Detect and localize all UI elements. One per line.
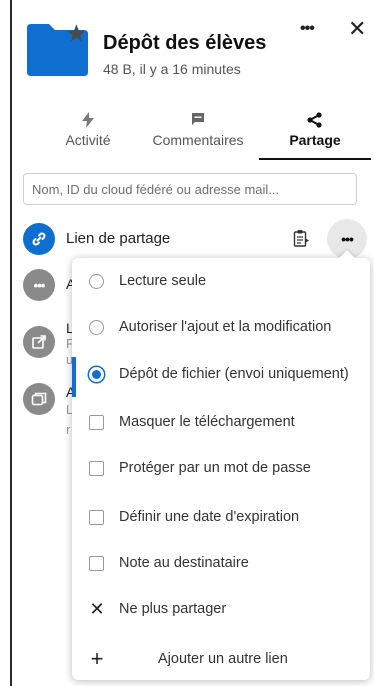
option-note-recipient[interactable]: Note au destinataire (72, 543, 370, 583)
share-link-label: Lien de partage (66, 230, 171, 247)
file-subtitle: 48 B, il y a 16 minutes (103, 61, 241, 77)
comment-icon (140, 112, 256, 130)
option-label: Dépôt de fichier (envoi uniquement) (119, 366, 349, 382)
tab-activity-label: Activité (65, 132, 111, 148)
tab-comments[interactable]: Commentaires (140, 112, 256, 158)
option-label: Note au destinataire (119, 555, 249, 571)
option-expiration-date[interactable]: Définir une date d'expiration (72, 497, 370, 537)
option-read-only[interactable]: Lecture seule (72, 261, 370, 301)
tab-comments-label: Commentaires (152, 132, 244, 148)
link-avatar (23, 223, 55, 255)
peek-text: r (66, 422, 71, 437)
checkbox-hide-download[interactable] (89, 414, 104, 430)
close-button[interactable]: ✕ (348, 18, 366, 40)
option-label: Masquer le téléchargement (119, 414, 295, 430)
radio-read-only[interactable] (89, 273, 104, 289)
external-link-icon (32, 335, 46, 349)
option-label: Autoriser l'ajout et la modification (119, 319, 332, 335)
plus-icon: + (90, 646, 104, 671)
share-icon (259, 112, 371, 130)
option-hide-download[interactable]: Masquer le téléchargement (72, 402, 370, 442)
external-share-avatar (23, 326, 55, 358)
option-label: Définir une date d'expiration (119, 509, 300, 525)
option-label: Protéger par un mot de passe (119, 460, 311, 476)
tab-activity[interactable]: Activité (40, 112, 136, 158)
header-more-button[interactable]: ••• (300, 20, 315, 38)
copy-icon (31, 392, 47, 406)
option-label: Ne plus partager (119, 601, 227, 617)
tab-share[interactable]: Partage (259, 112, 371, 158)
checkbox-expiration-date[interactable] (89, 509, 104, 525)
talk-share-avatar (23, 383, 55, 415)
option-label: Ajouter un autre lien (158, 651, 288, 667)
folder-icon (27, 24, 88, 76)
checkbox-note-recipient[interactable] (89, 555, 104, 571)
active-tab-indicator (259, 158, 371, 160)
checkbox-password[interactable] (89, 460, 104, 476)
unshare-button[interactable]: ✕ Ne plus partager (72, 589, 370, 629)
lightning-icon (40, 112, 136, 130)
option-allow-upload-edit[interactable]: Autoriser l'ajout et la modification (72, 307, 370, 347)
menu-arrow (338, 250, 356, 259)
clipboard-icon[interactable] (293, 229, 309, 247)
add-another-link-button[interactable]: + Ajouter un autre lien (72, 639, 370, 679)
link-icon (32, 232, 46, 246)
radio-allow-upload-edit[interactable] (89, 319, 104, 335)
option-password[interactable]: Protéger par un mot de passe (72, 448, 370, 488)
option-label: Lecture seule (119, 273, 207, 289)
more-shares-avatar[interactable]: ••• (23, 269, 55, 301)
radio-file-drop[interactable] (89, 366, 104, 382)
share-search-input[interactable] (23, 173, 357, 205)
option-file-drop[interactable]: Dépôt de fichier (envoi uniquement) (72, 354, 370, 394)
file-title: Dépôt des élèves (103, 32, 267, 54)
close-icon: ✕ (89, 598, 105, 619)
tab-share-label: Partage (289, 132, 341, 148)
